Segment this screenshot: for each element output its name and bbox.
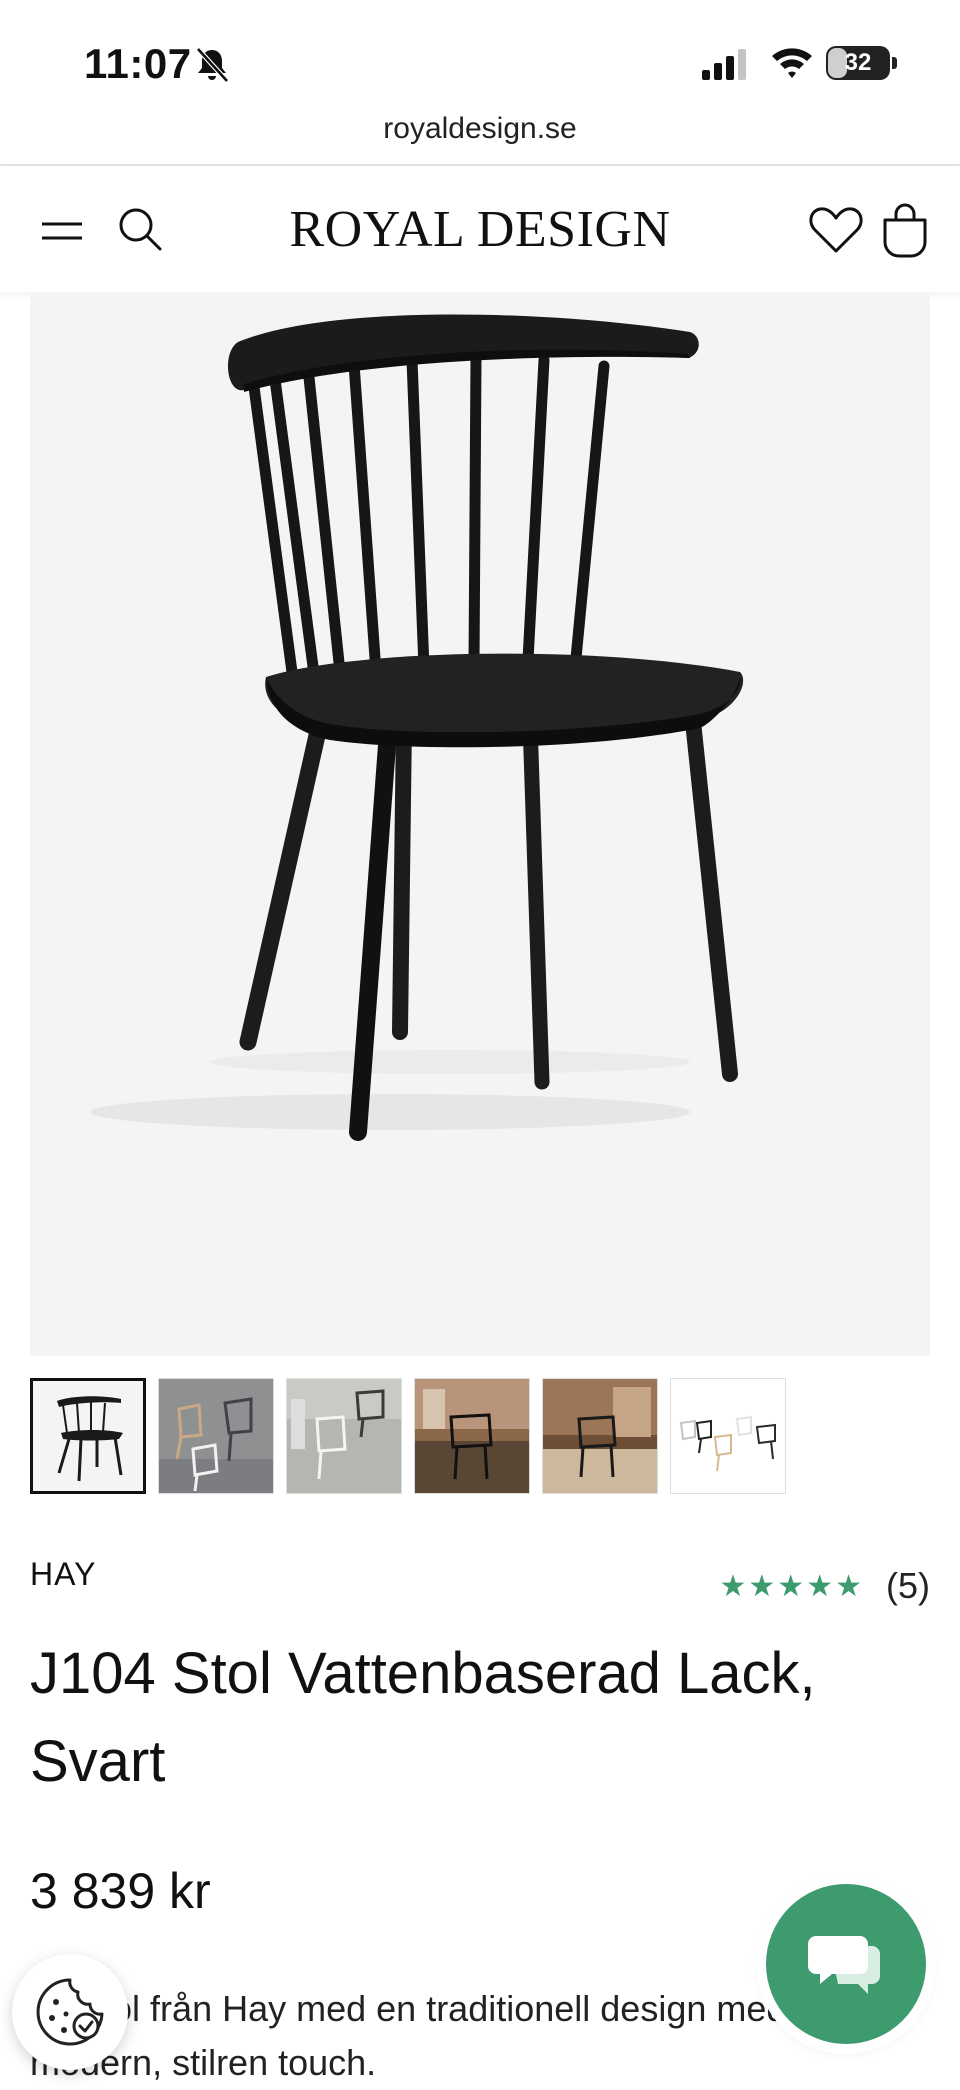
thumb-white-chairs[interactable] <box>286 1378 402 1494</box>
battery-level: 32 <box>844 49 872 76</box>
thumb-chairs-group[interactable] <box>158 1378 274 1494</box>
site-logo[interactable]: ROYAL DESIGN <box>180 200 780 259</box>
chat-button[interactable] <box>766 1884 926 2044</box>
product-title: J104 Stol Vattenbaserad Lack, Svart <box>30 1641 816 1794</box>
status-time: 11:07 <box>84 40 192 87</box>
cookie-settings-button[interactable] <box>12 1954 128 2070</box>
battery-icon: 32 <box>826 46 898 82</box>
thumb-interior-wood[interactable] <box>542 1378 658 1494</box>
browser-url[interactable]: royaldesign.se <box>0 112 960 146</box>
wifi-icon <box>772 48 812 78</box>
thumb-interior-dark[interactable] <box>414 1378 530 1494</box>
chair-image <box>90 314 744 1141</box>
product-brand[interactable]: HAY <box>30 1556 96 1593</box>
rating-stars: ★★★★★ <box>719 1569 864 1603</box>
thumb-colour-range[interactable] <box>670 1378 786 1494</box>
cookie-icon <box>36 1978 104 2046</box>
product-image[interactable] <box>30 292 930 1356</box>
product-rating[interactable]: ★★★★★ (5) <box>720 1564 930 1608</box>
review-count: (5) <box>886 1565 930 1606</box>
site-header: ROYAL DESIGN <box>0 166 960 292</box>
menu-icon[interactable] <box>38 216 86 246</box>
chat-icon <box>808 1936 880 1994</box>
status-bar: 11:07 32 royaldesign.se <box>0 0 960 166</box>
heart-icon[interactable] <box>808 204 864 256</box>
bag-icon[interactable] <box>880 200 930 258</box>
signal-icon <box>702 49 746 80</box>
thumb-black-chair[interactable] <box>30 1378 146 1494</box>
thumbnail-strip <box>30 1378 810 1496</box>
bell-off-icon <box>196 47 229 83</box>
search-icon[interactable] <box>116 204 164 254</box>
product-price: 3 839 kr <box>30 1863 211 1919</box>
